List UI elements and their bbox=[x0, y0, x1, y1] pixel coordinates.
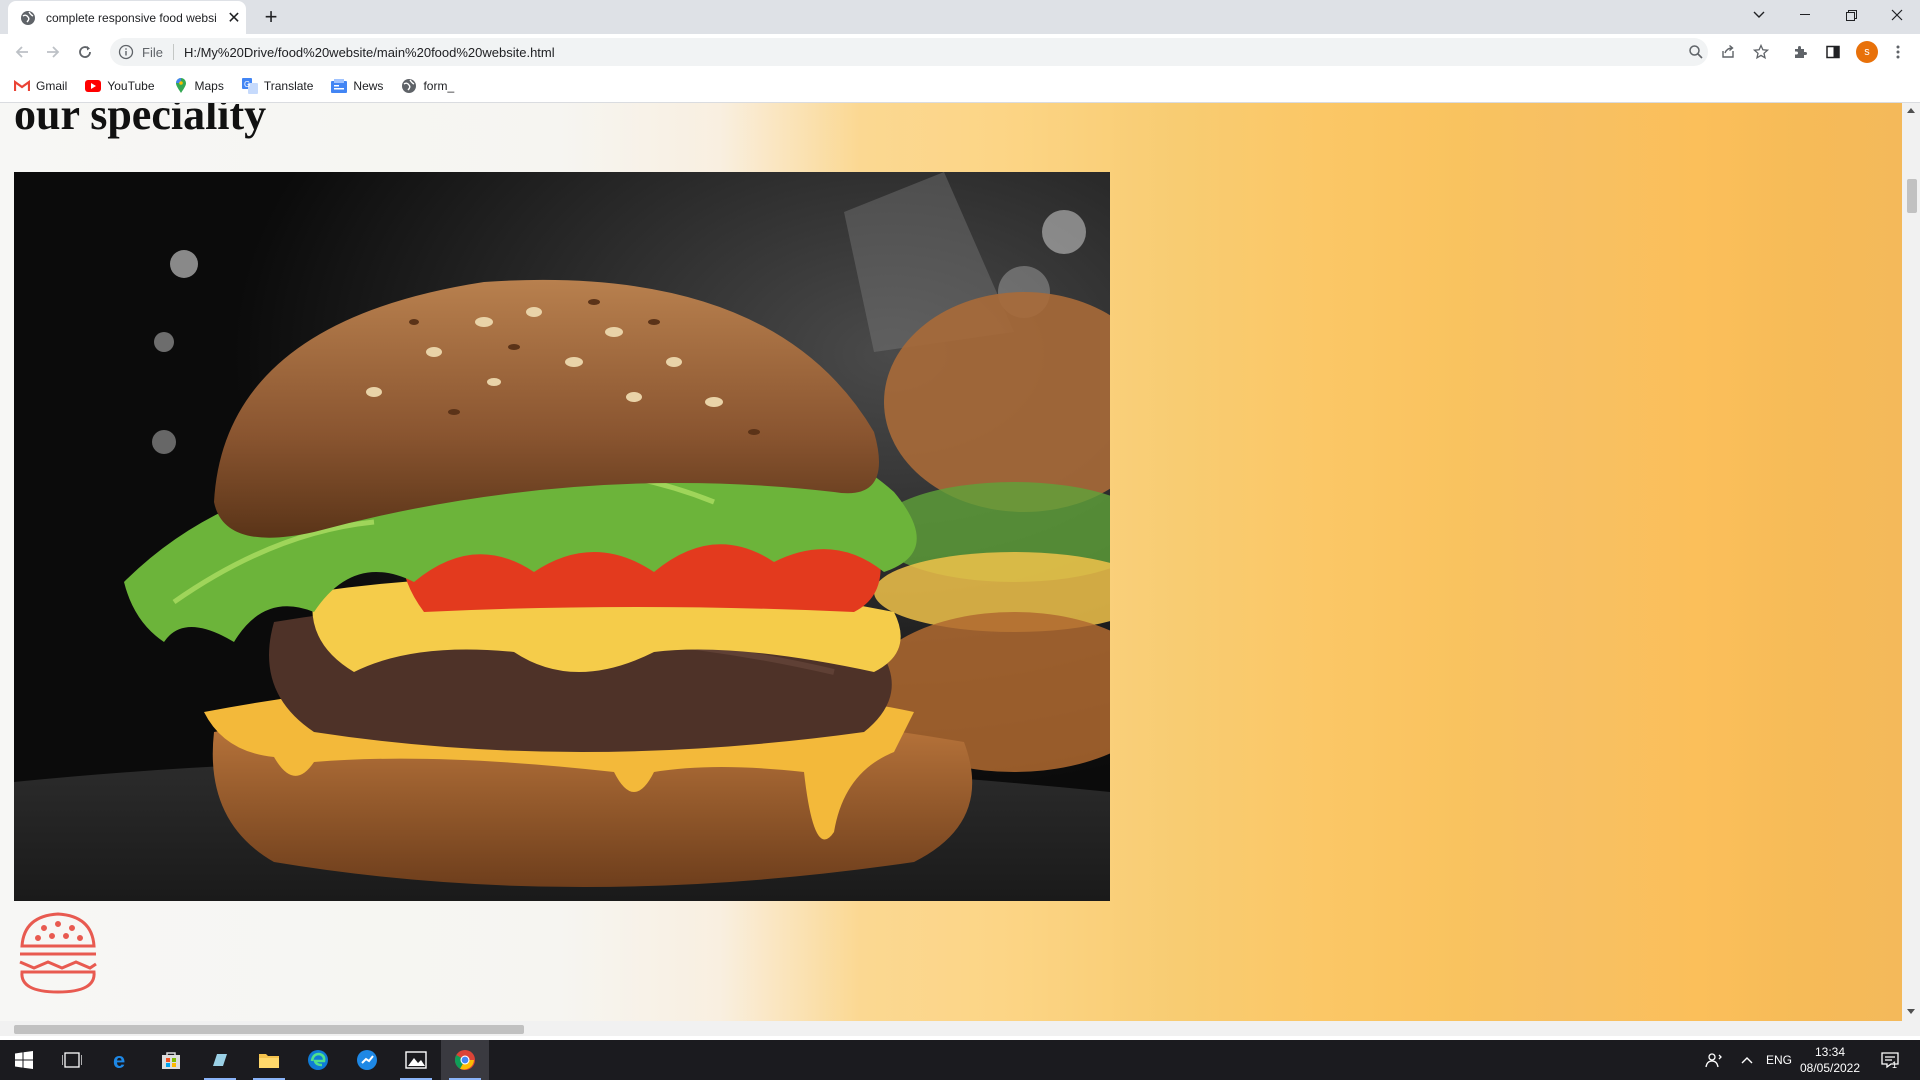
date-text: 08/05/2022 bbox=[1799, 1061, 1861, 1075]
maps-icon bbox=[173, 78, 189, 94]
page-viewport: our speciality bbox=[0, 103, 1902, 1021]
bookmark-star-icon[interactable] bbox=[1751, 42, 1771, 62]
reload-button[interactable] bbox=[73, 40, 97, 64]
bookmark-label: YouTube bbox=[107, 79, 155, 93]
bookmark-form[interactable]: form_ bbox=[401, 78, 454, 94]
side-panel-icon[interactable] bbox=[1823, 42, 1843, 62]
notification-count: 1 bbox=[1892, 1060, 1898, 1070]
windows-taskbar: e ENG 13:34 08/05/2022 1 bbox=[0, 1040, 1920, 1080]
bookmark-youtube[interactable]: YouTube bbox=[85, 78, 155, 94]
scroll-thumb[interactable] bbox=[14, 1025, 524, 1034]
restore-button[interactable] bbox=[1828, 0, 1874, 30]
bookmark-label: form_ bbox=[423, 79, 455, 93]
burger-logo-icon bbox=[19, 912, 97, 994]
bookmark-label: Gmail bbox=[36, 79, 68, 93]
url-text[interactable]: H:/My%20Drive/food%20website/main%20food… bbox=[184, 45, 555, 60]
chrome-icon[interactable] bbox=[441, 1040, 489, 1080]
bookmarks-bar: Gmail YouTube Maps G Translate News form… bbox=[0, 70, 1920, 103]
bookmark-translate[interactable]: G Translate bbox=[241, 78, 314, 94]
burger-photo bbox=[14, 172, 1110, 901]
clock[interactable]: 13:34 08/05/2022 bbox=[1790, 1044, 1870, 1076]
edge-icon[interactable] bbox=[294, 1040, 342, 1080]
store-icon[interactable] bbox=[147, 1040, 195, 1080]
app-icon[interactable] bbox=[196, 1040, 244, 1080]
scroll-up-arrow-icon[interactable] bbox=[1907, 108, 1915, 113]
svg-text:G: G bbox=[244, 80, 250, 89]
youtube-icon bbox=[85, 78, 102, 94]
tab-search-icon[interactable] bbox=[1736, 0, 1782, 30]
notifications-icon[interactable]: 1 bbox=[1880, 1040, 1899, 1080]
language-indicator[interactable]: ENG bbox=[1766, 1040, 1792, 1080]
news-icon bbox=[331, 78, 348, 94]
zoom-icon[interactable] bbox=[1686, 42, 1706, 62]
section-heading: our speciality bbox=[14, 103, 267, 139]
back-button[interactable] bbox=[10, 40, 34, 64]
globe-icon bbox=[401, 78, 417, 94]
file-explorer-icon[interactable] bbox=[245, 1040, 293, 1080]
bookmark-news[interactable]: News bbox=[331, 78, 383, 94]
forward-button[interactable] bbox=[41, 40, 65, 64]
ie-icon[interactable]: e bbox=[98, 1040, 146, 1080]
profile-avatar[interactable]: s bbox=[1856, 41, 1878, 63]
app-icon[interactable] bbox=[343, 1040, 391, 1080]
people-icon[interactable] bbox=[1705, 1040, 1723, 1080]
task-view-button[interactable] bbox=[48, 1040, 96, 1080]
browser-tab[interactable]: complete responsive food websi ✕ bbox=[8, 1, 246, 34]
minimize-button[interactable] bbox=[1782, 0, 1828, 30]
tab-strip: complete responsive food websi ✕ + bbox=[0, 0, 1920, 34]
address-bar[interactable]: File H:/My%20Drive/food%20website/main%2… bbox=[110, 38, 1708, 66]
scroll-down-arrow-icon[interactable] bbox=[1907, 1009, 1915, 1014]
show-hidden-icons-icon[interactable] bbox=[1741, 1040, 1753, 1080]
translate-icon: G bbox=[241, 78, 258, 94]
horizontal-scrollbar[interactable] bbox=[0, 1021, 1920, 1036]
info-icon[interactable] bbox=[118, 44, 134, 60]
start-button[interactable] bbox=[0, 1040, 48, 1080]
svg-text:e: e bbox=[113, 1049, 125, 1071]
close-window-button[interactable] bbox=[1874, 0, 1920, 30]
bookmark-label: Maps bbox=[194, 79, 224, 93]
globe-icon bbox=[20, 10, 36, 26]
scroll-thumb[interactable] bbox=[1907, 179, 1917, 213]
photos-icon[interactable] bbox=[392, 1040, 440, 1080]
tab-title: complete responsive food websi bbox=[46, 10, 217, 25]
gmail-icon bbox=[14, 78, 30, 94]
extensions-icon[interactable] bbox=[1790, 42, 1810, 62]
bookmark-label: News bbox=[353, 79, 384, 93]
new-tab-button[interactable]: + bbox=[260, 4, 282, 29]
bookmark-maps[interactable]: Maps bbox=[173, 78, 224, 94]
divider bbox=[172, 44, 174, 60]
close-tab-icon[interactable]: ✕ bbox=[226, 10, 242, 27]
url-scheme-label: File bbox=[142, 44, 163, 60]
time-text: 13:34 bbox=[1814, 1045, 1846, 1059]
menu-icon[interactable] bbox=[1888, 42, 1908, 62]
browser-toolbar: File H:/My%20Drive/food%20website/main%2… bbox=[0, 34, 1920, 70]
bookmark-gmail[interactable]: Gmail bbox=[14, 78, 67, 94]
vertical-scrollbar[interactable] bbox=[1902, 103, 1920, 1021]
bookmark-label: Translate bbox=[263, 79, 314, 93]
share-icon[interactable] bbox=[1718, 42, 1738, 62]
